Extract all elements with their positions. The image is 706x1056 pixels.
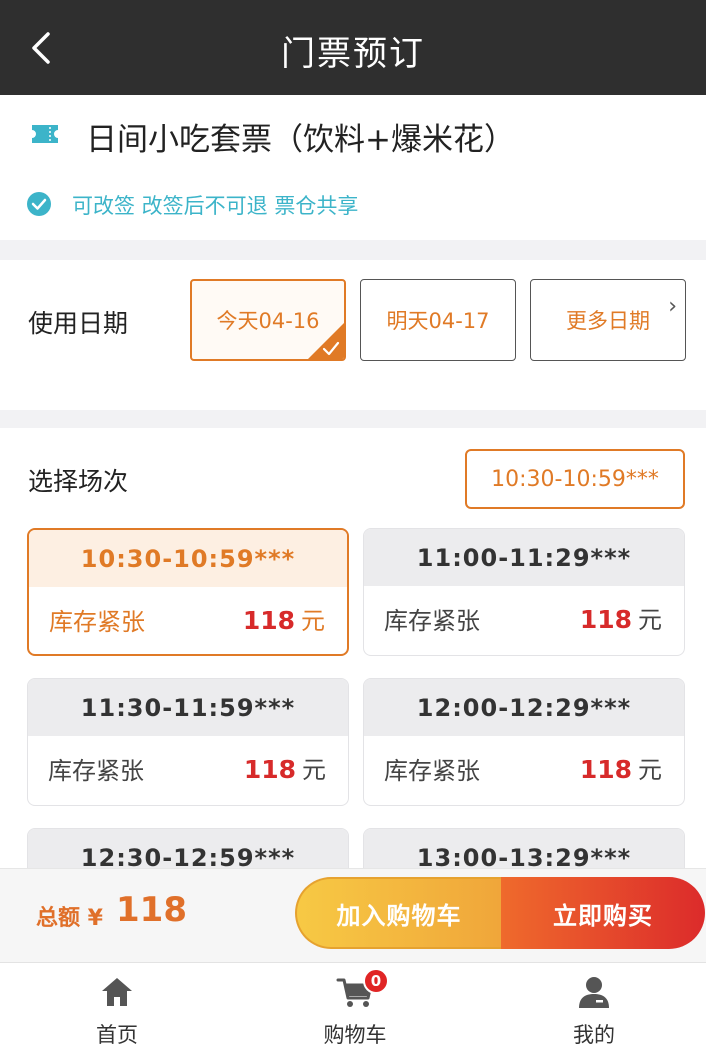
buy-now-button[interactable]: 立即购买 bbox=[501, 877, 705, 949]
date-option-label: 更多日期 bbox=[566, 309, 650, 333]
date-option-more[interactable]: 更多日期 › bbox=[530, 279, 686, 361]
session-slot[interactable]: 12:00-12:29*** 库存紧张 118 元 bbox=[363, 678, 685, 806]
slot-stock-status: 库存紧张 bbox=[384, 607, 480, 635]
ticket-policy-tags: 可改签 改签后不可退 票仓共享 bbox=[72, 194, 359, 218]
slot-price-unit: 元 bbox=[301, 607, 325, 635]
slot-price-value: 118 bbox=[242, 606, 295, 635]
add-to-cart-button[interactable]: 加入购物车 bbox=[295, 877, 501, 949]
home-icon bbox=[102, 978, 132, 1006]
chevron-right-icon: › bbox=[668, 294, 677, 319]
slot-price: 118 元 bbox=[244, 750, 326, 785]
slot-time: 10:30-10:59*** bbox=[29, 530, 347, 587]
total-label: 总额 ¥ bbox=[36, 906, 103, 931]
slot-time: 12:00-12:29*** bbox=[364, 679, 684, 736]
tab-label: 首页 bbox=[96, 1023, 138, 1047]
check-circle-icon bbox=[27, 192, 51, 216]
slot-time: 11:00-11:29*** bbox=[364, 529, 684, 586]
session-section-label: 选择场次 bbox=[28, 467, 129, 496]
tab-profile[interactable]: 我的 bbox=[524, 963, 664, 1056]
slot-stock-status: 库存紧张 bbox=[384, 757, 480, 785]
date-option-today[interactable]: 今天04-16 bbox=[190, 279, 346, 361]
slot-price-unit: 元 bbox=[638, 606, 662, 634]
tab-home[interactable]: 首页 bbox=[47, 963, 187, 1056]
date-option-label: 今天04-16 bbox=[216, 309, 320, 333]
slot-price: 118 元 bbox=[580, 600, 662, 635]
date-option-tomorrow[interactable]: 明天04-17 bbox=[360, 279, 516, 361]
slot-price-unit: 元 bbox=[302, 756, 326, 784]
session-slot[interactable]: 11:00-11:29*** 库存紧张 118 元 bbox=[363, 528, 685, 656]
date-option-label: 明天04-17 bbox=[386, 309, 490, 333]
slot-price-value: 118 bbox=[579, 605, 632, 634]
bottom-tab-bar: 首页 0 购物车 我的 bbox=[0, 962, 706, 1056]
slot-stock-status: 库存紧张 bbox=[49, 608, 145, 636]
ticket-name: 日间小吃套票（饮料+爆米花） bbox=[86, 122, 515, 158]
slot-price: 118 元 bbox=[580, 750, 662, 785]
slot-price: 118 元 bbox=[243, 601, 325, 636]
session-slot[interactable]: 10:30-10:59*** 库存紧张 118 元 bbox=[27, 528, 349, 656]
tab-cart[interactable]: 0 购物车 bbox=[285, 963, 425, 1056]
selected-session-display[interactable]: 10:30-10:59*** bbox=[465, 449, 685, 509]
ticket-icon bbox=[32, 125, 58, 143]
date-section-label: 使用日期 bbox=[28, 309, 129, 338]
user-icon bbox=[579, 977, 609, 1008]
slot-time: 11:30-11:59*** bbox=[28, 679, 348, 736]
slot-stock-status: 库存紧张 bbox=[48, 757, 144, 785]
total-amount: 118 bbox=[116, 890, 187, 930]
header-bar: 门票预订 bbox=[0, 0, 706, 95]
cart-count-badge: 0 bbox=[363, 968, 389, 994]
tab-label: 我的 bbox=[573, 1023, 615, 1047]
slot-price-unit: 元 bbox=[638, 756, 662, 784]
selected-corner-check-icon bbox=[308, 323, 344, 359]
tab-label: 购物车 bbox=[323, 1023, 387, 1047]
slot-price-value: 118 bbox=[243, 755, 296, 784]
session-slot[interactable]: 11:30-11:59*** 库存紧张 118 元 bbox=[27, 678, 349, 806]
page-title: 门票预订 bbox=[281, 34, 425, 74]
slot-price-value: 118 bbox=[579, 755, 632, 784]
